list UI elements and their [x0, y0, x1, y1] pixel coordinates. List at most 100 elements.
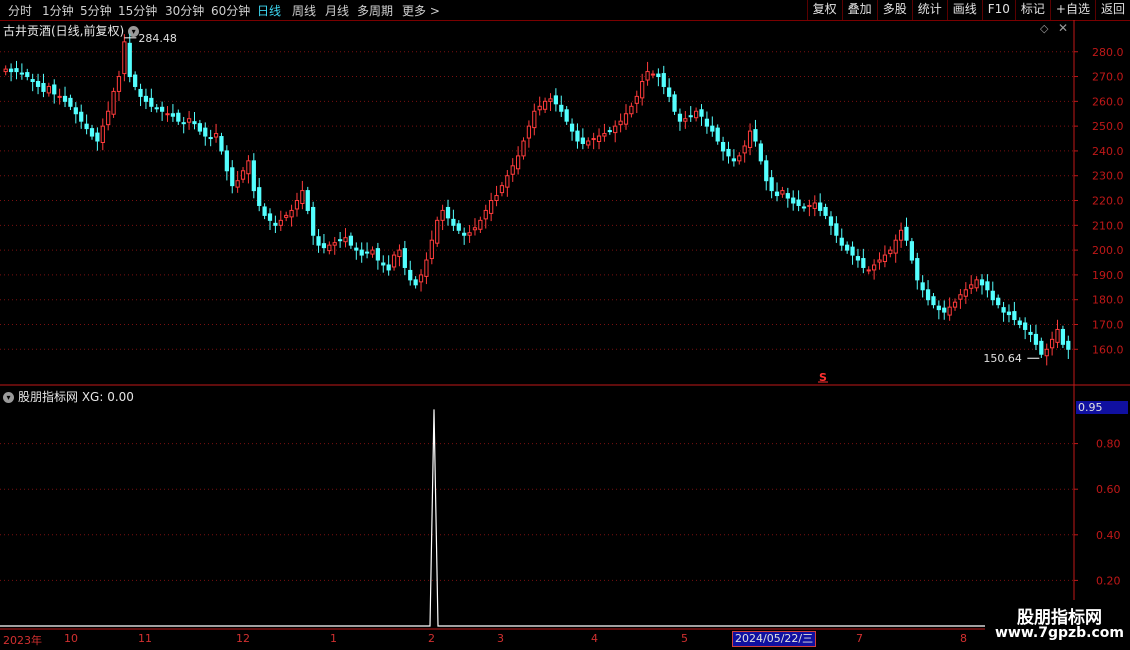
x-axis-label: 2023年 — [3, 634, 42, 647]
candle-body — [796, 199, 801, 206]
candle-body — [839, 237, 844, 246]
candle-body — [19, 72, 24, 75]
y-tick-label: 160.0 — [1092, 343, 1124, 356]
candle-body — [893, 239, 898, 254]
y-tick-label: 230.0 — [1092, 170, 1124, 183]
candle-body — [467, 232, 472, 236]
candle-body — [780, 190, 785, 195]
y-tick-label: 180.0 — [1092, 294, 1124, 307]
current-value-badge: 0.95 — [1076, 401, 1128, 414]
candle-body — [764, 160, 769, 182]
candle-body — [391, 254, 397, 268]
candle-body — [327, 244, 332, 252]
candle-body — [823, 206, 828, 216]
candle-body — [14, 68, 19, 73]
sub-y-tick-label: 0.20 — [1096, 574, 1121, 587]
candle-body — [1012, 311, 1017, 321]
candle-body — [580, 137, 585, 144]
candle-body — [742, 145, 747, 154]
candle-body — [154, 107, 159, 110]
candle-body — [855, 256, 861, 261]
candle-body — [774, 191, 780, 197]
candle-body — [537, 105, 542, 111]
candle-body — [915, 258, 920, 281]
candle-body — [791, 197, 796, 204]
candle-body — [564, 109, 569, 122]
x-axis-label: 8 — [960, 632, 967, 645]
candle-body — [963, 289, 968, 297]
y-tick-label: 220.0 — [1092, 195, 1124, 208]
candle-body — [208, 137, 213, 140]
candle-body — [753, 129, 758, 142]
candle-body — [343, 237, 348, 243]
candle-body — [370, 249, 375, 255]
y-tick-label: 280.0 — [1092, 46, 1124, 59]
candle-body — [925, 289, 931, 301]
candle-body — [122, 41, 127, 75]
candle-body — [683, 118, 688, 122]
candle-body — [273, 222, 278, 226]
candle-body — [845, 244, 850, 251]
candle-body — [267, 213, 273, 221]
candle-body — [262, 206, 267, 216]
candle-body — [516, 155, 521, 170]
candle-body — [111, 90, 116, 115]
candle-body — [645, 71, 650, 81]
sub-chart-title-text: 股朋指标网 XG: 0.00 — [18, 390, 134, 404]
x-axis-label: 2 — [428, 632, 435, 645]
y-tick-label: 200.0 — [1092, 244, 1124, 257]
candle-body — [667, 87, 672, 97]
candle-body — [1023, 322, 1028, 330]
y-tick-label: 250.0 — [1092, 120, 1124, 133]
candle-body — [57, 95, 62, 98]
candle-body — [25, 72, 30, 78]
candle-body — [850, 246, 855, 256]
candle-body — [89, 128, 95, 137]
candle-body — [348, 235, 354, 246]
candle-body — [958, 294, 963, 300]
x-axis-label: 1 — [330, 632, 337, 645]
candle-body — [785, 193, 790, 199]
candle-body — [95, 132, 100, 142]
candle-body — [100, 125, 105, 144]
candle-body — [284, 214, 289, 218]
candle-body — [300, 190, 305, 204]
watermark-url: www.7gpzb.com — [995, 625, 1125, 641]
candle-body — [499, 185, 505, 194]
candle-body — [219, 136, 224, 152]
candle-body — [127, 42, 132, 78]
y-tick-label: 240.0 — [1092, 145, 1124, 158]
candle-body — [931, 296, 936, 306]
candle-body — [160, 106, 165, 112]
candle-body — [758, 143, 763, 162]
candle-body — [618, 120, 623, 126]
candle-body — [801, 206, 807, 209]
candle-body — [1060, 328, 1066, 345]
candle-body — [634, 95, 639, 104]
x-axis-label: 4 — [591, 632, 598, 645]
candle-body — [381, 262, 386, 266]
y-tick-label: 170.0 — [1092, 318, 1124, 331]
candle-body — [677, 113, 683, 122]
candle-body — [990, 290, 995, 301]
x-axis-label: 11 — [138, 632, 152, 645]
candle-body — [1033, 333, 1039, 345]
min-price-label: 150.64 — [983, 352, 1022, 365]
candle-body — [354, 247, 359, 251]
chevron-down-icon[interactable]: ▾ — [3, 392, 14, 403]
candle-body — [866, 269, 871, 272]
candle-body — [586, 140, 591, 146]
candle-body — [246, 160, 251, 175]
sub-y-tick-label: 0.40 — [1096, 529, 1121, 542]
candle-body — [278, 219, 283, 226]
candle-body — [1028, 331, 1033, 335]
chart-canvas[interactable]: 280.0 270.0 260.0 250.0 240.0 230.0 220.0 210.0… — [0, 0, 1130, 650]
candle-body — [650, 73, 656, 76]
candle-body — [607, 130, 612, 133]
candle-body — [720, 142, 726, 152]
candle-body — [456, 223, 461, 231]
candle-body — [192, 121, 197, 125]
candle-body — [602, 133, 607, 137]
candle-body — [165, 113, 170, 116]
sub-y-tick-label: 0.80 — [1096, 438, 1121, 451]
